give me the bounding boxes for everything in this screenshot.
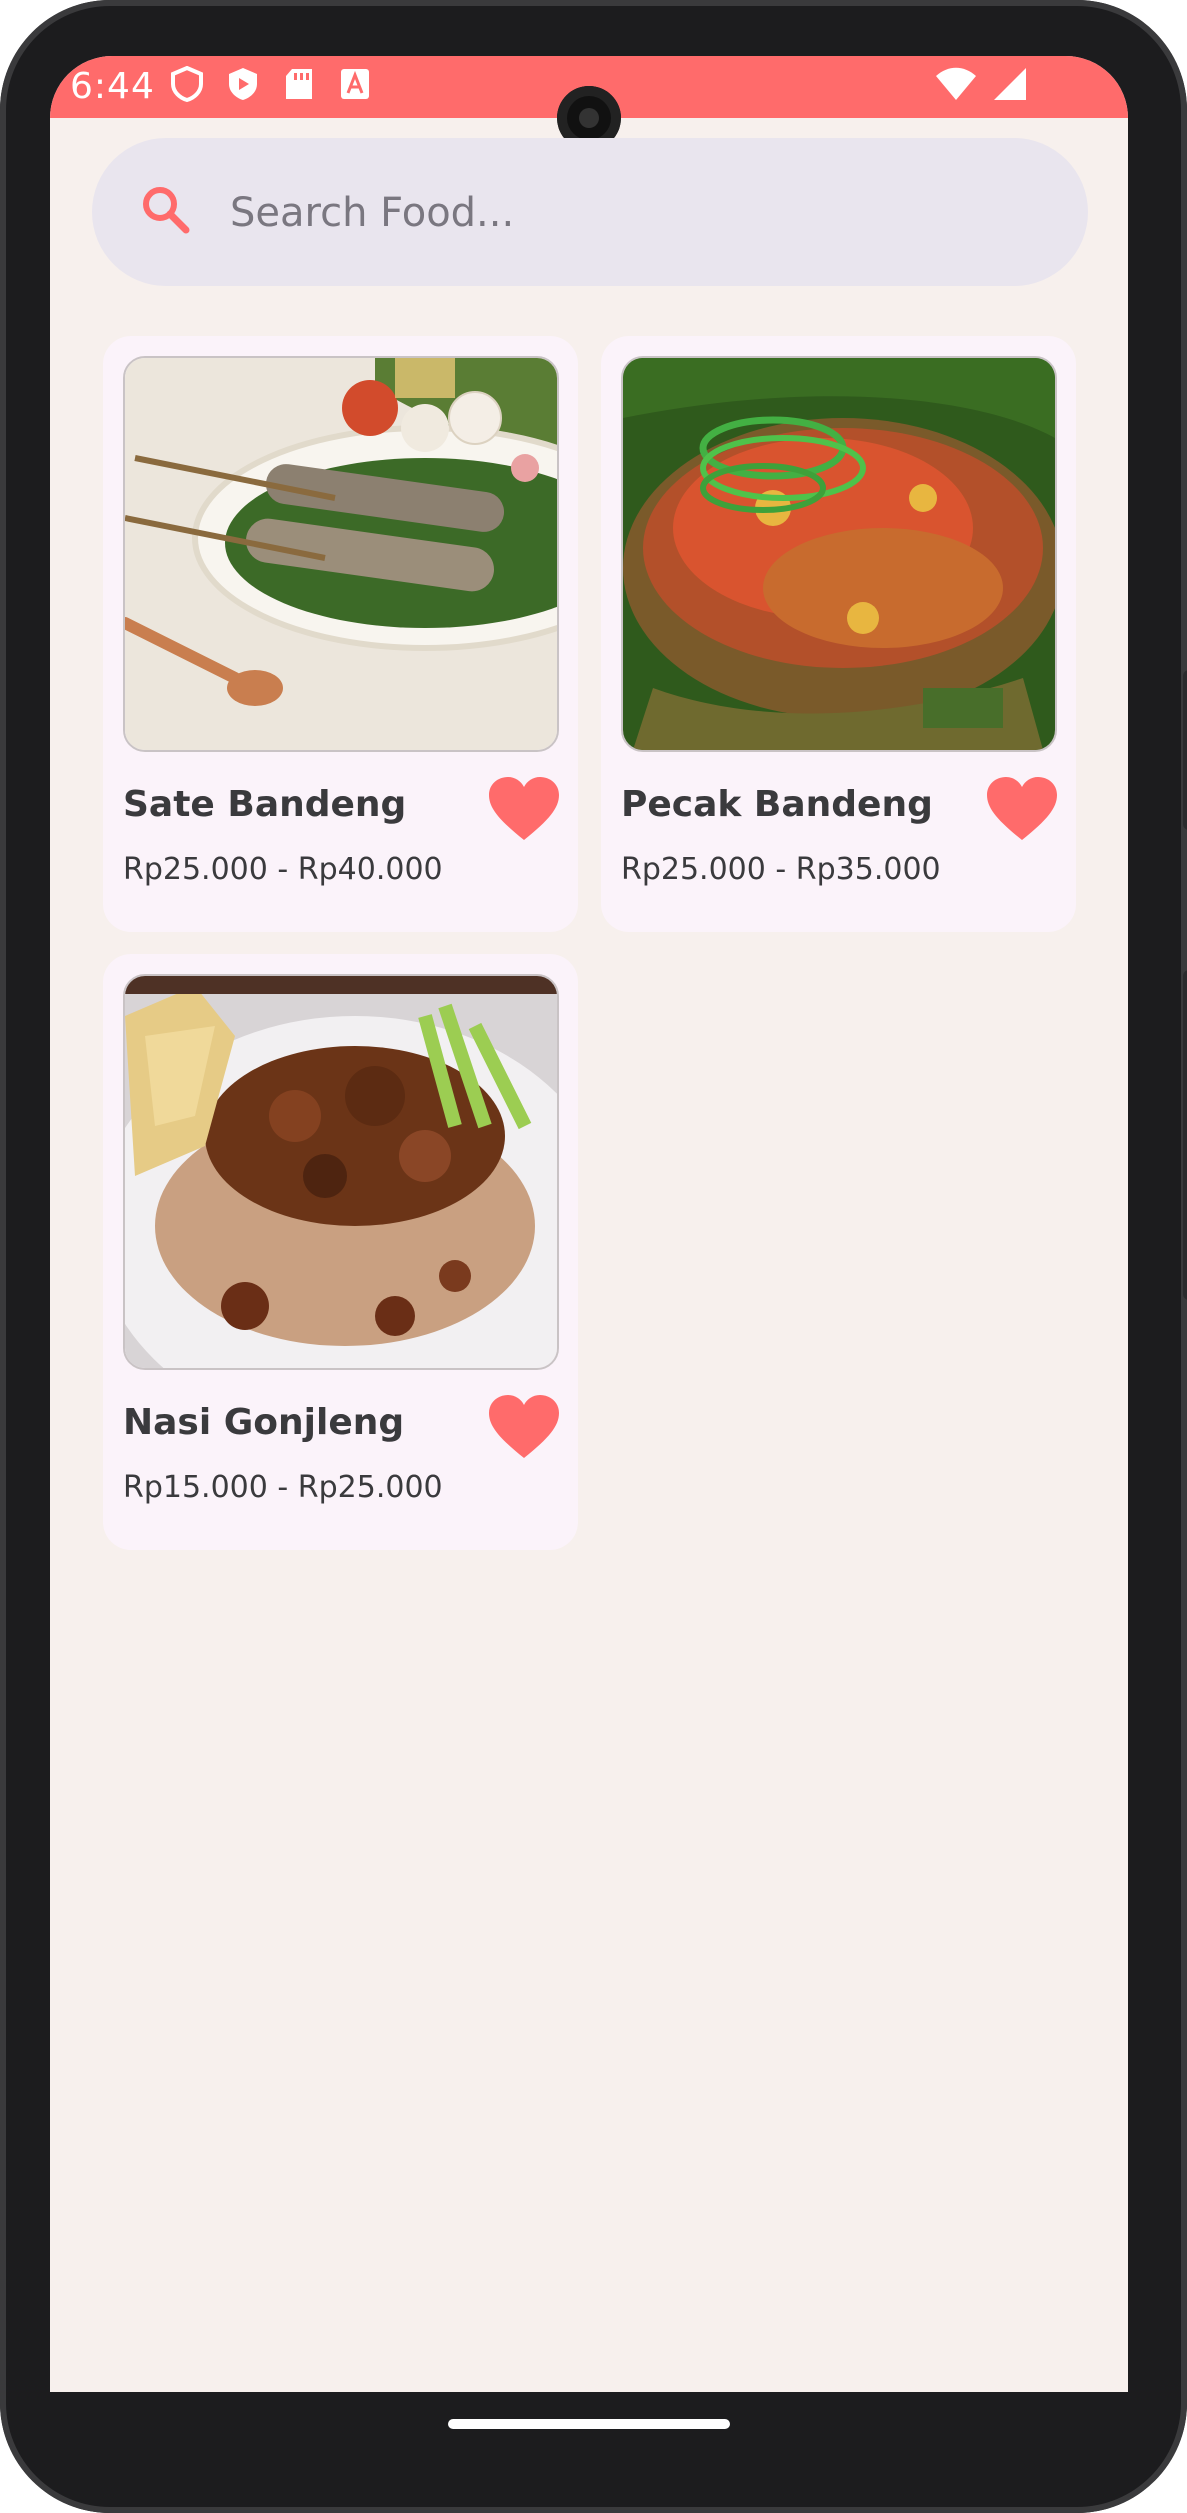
sd-card-icon	[282, 66, 316, 102]
search-icon	[140, 184, 192, 236]
app-screen: 6:44 Search Food... Sate Bandeng Rp25.00…	[50, 56, 1128, 2392]
wifi-icon	[934, 66, 978, 106]
food-price: Rp25.000 - Rp35.000	[621, 852, 941, 887]
power-button	[1183, 970, 1187, 1300]
shield-icon	[170, 65, 204, 103]
food-name: Pecak Bandeng	[621, 784, 933, 825]
food-name: Nasi Gonjleng	[123, 1402, 405, 1443]
food-price: Rp25.000 - Rp40.000	[123, 852, 443, 887]
signal-icon	[992, 66, 1028, 106]
food-price: Rp15.000 - Rp25.000	[123, 1470, 443, 1505]
font-a-icon	[338, 66, 372, 102]
food-image	[123, 356, 559, 752]
status-system-icons	[934, 66, 1028, 106]
favorite-heart-icon[interactable]	[487, 1394, 561, 1460]
search-bar[interactable]	[92, 138, 1088, 286]
home-indicator[interactable]	[448, 2419, 730, 2429]
food-image	[123, 974, 559, 1370]
favorite-heart-icon[interactable]	[487, 776, 561, 842]
food-card[interactable]: Nasi Gonjleng Rp15.000 - Rp25.000	[103, 954, 578, 1550]
food-name: Sate Bandeng	[123, 784, 407, 825]
play-protect-icon	[226, 66, 260, 102]
search-input[interactable]	[228, 170, 1032, 256]
food-card[interactable]: Sate Bandeng Rp25.000 - Rp40.000	[103, 336, 578, 932]
food-image	[621, 356, 1057, 752]
status-notification-icons	[170, 65, 372, 103]
favorite-heart-icon[interactable]	[985, 776, 1059, 842]
status-time: 6:44	[70, 66, 155, 107]
volume-button	[1183, 670, 1187, 830]
phone-frame: 6:44 Search Food... Sate Bandeng Rp25.00…	[0, 0, 1187, 2513]
food-card[interactable]: Pecak Bandeng Rp25.000 - Rp35.000	[601, 336, 1076, 932]
